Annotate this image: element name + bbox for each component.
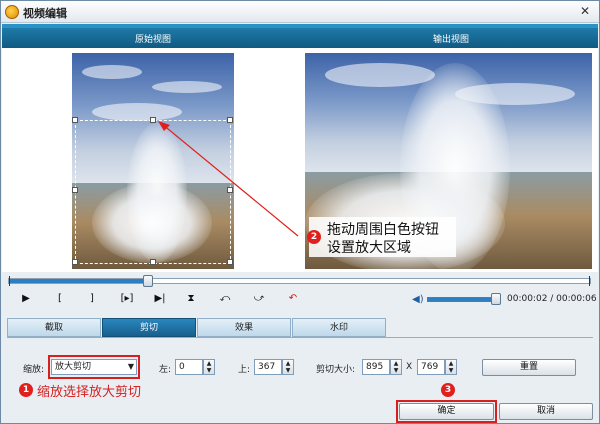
crop-size-label: 剪切大小: — [316, 365, 356, 375]
zoom-label: 缩放: — [23, 365, 45, 375]
timeline-thumb[interactable] — [143, 275, 153, 287]
step-2-text-line-2: 设置放大区域 — [327, 240, 411, 256]
header-stripe — [2, 24, 598, 28]
tab-watermark[interactable]: 水印 — [292, 318, 386, 337]
output-view-label: 输出视图 — [433, 35, 470, 45]
top-offset-input[interactable]: 367 — [254, 359, 282, 375]
crop-width-input[interactable]: 895 — [362, 359, 390, 375]
split-icon[interactable]: ⧗ — [182, 291, 200, 307]
volume-slider[interactable] — [427, 297, 501, 302]
crop-height-input[interactable]: 769 — [417, 359, 445, 375]
timeline-played — [9, 279, 148, 283]
step-2-text-line-1: 拖动周围白色按钮 — [327, 222, 439, 238]
original-view-label: 原始视图 — [135, 35, 172, 45]
timeline-slider[interactable] — [8, 275, 591, 287]
left-offset-stepper[interactable]: ▲ ▼ — [203, 359, 215, 375]
app-icon — [5, 5, 19, 19]
timeline-start-mark — [9, 276, 10, 286]
top-offset-label: 上: — [238, 365, 251, 375]
undo-icon[interactable]: ↶ — [284, 291, 302, 307]
annotation-step-2: 2 拖动周围白色按钮 设置放大区域 — [307, 217, 456, 257]
preview-area: 2 拖动周围白色按钮 设置放大区域 — [2, 48, 598, 272]
step-2-badge: 2 — [307, 230, 321, 244]
rotate-right-icon[interactable]: ⤻ — [250, 291, 268, 307]
crop-settings: 缩放: 放大剪切 ▼ 左: 0 ▲ ▼ 上: 367 ▲ ▼ 剪切大小: 895 ▲… — [1, 355, 600, 379]
step-3-badge: 3 — [441, 383, 455, 397]
play-icon[interactable]: ▶ — [17, 291, 35, 307]
close-icon[interactable]: ✕ — [577, 4, 593, 19]
time-display: 00:00:02 / 00:00:06 — [507, 294, 597, 304]
volume-icon[interactable]: ◀) — [412, 294, 424, 305]
annotation-arrow — [158, 121, 299, 237]
title-bar[interactable]: 视频编辑 ✕ — [1, 1, 599, 23]
crop-height-stepper[interactable]: ▲ ▼ — [445, 359, 457, 375]
times-label: X — [406, 362, 413, 372]
zoom-select-highlight — [48, 355, 140, 379]
step-1-badge: 1 — [19, 383, 33, 397]
skip-end-icon[interactable]: ▶| — [149, 291, 171, 307]
ok-button[interactable]: 确定 — [399, 403, 494, 420]
cancel-button[interactable]: 取消 — [499, 403, 593, 420]
reset-button[interactable]: 重置 — [482, 359, 576, 376]
timeline-end-mark — [589, 276, 590, 286]
rotate-left-icon[interactable]: ⤺ — [216, 291, 234, 307]
left-offset-input[interactable]: 0 — [175, 359, 203, 375]
mark-in-icon[interactable]: [ — [51, 291, 69, 307]
video-edit-window: 视频编辑 ✕ 原始视图 输出视图 2 拖动周围白色按钮 设置放大区域 ▶ []… — [0, 0, 600, 424]
top-offset-stepper[interactable]: ▲ ▼ — [282, 359, 294, 375]
volume-thumb[interactable] — [491, 293, 501, 305]
tab-trim[interactable]: 截取 — [7, 318, 101, 337]
tab-effects[interactable]: 效果 — [197, 318, 291, 337]
crop-width-stepper[interactable]: ▲ ▼ — [390, 359, 402, 375]
frame-step-icon[interactable]: [▸] — [115, 291, 139, 307]
tab-crop[interactable]: 剪切 — [102, 318, 196, 337]
mark-out-icon[interactable]: ] — [83, 291, 101, 307]
view-header: 原始视图 输出视图 — [2, 24, 598, 48]
tab-divider — [7, 337, 593, 338]
arrow-line — [161, 123, 299, 237]
left-offset-label: 左: — [159, 365, 172, 375]
window-title: 视频编辑 — [23, 7, 67, 20]
step-1-text: 缩放选择放大剪切 — [37, 385, 142, 400]
